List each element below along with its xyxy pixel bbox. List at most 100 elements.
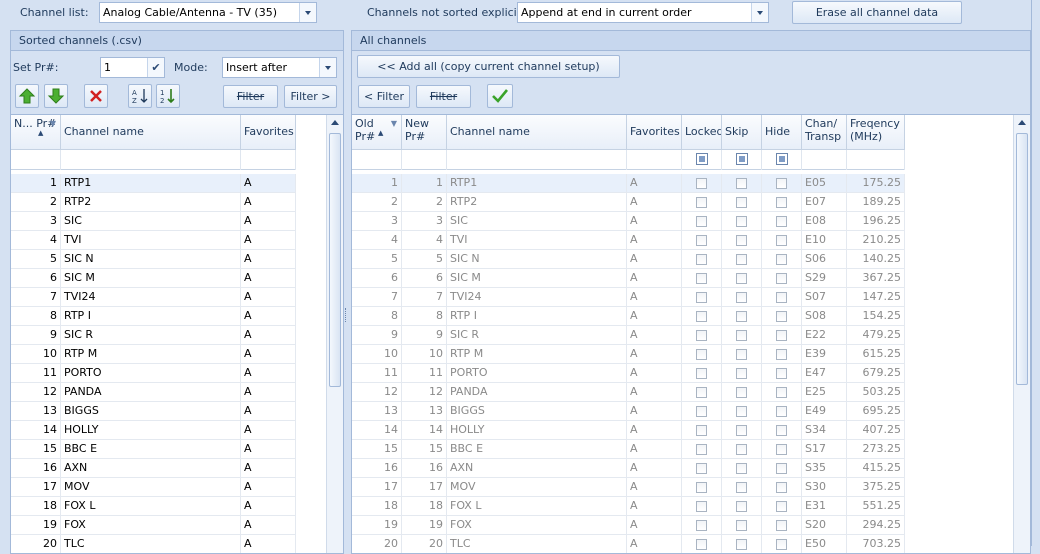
skip-checkbox[interactable] <box>736 539 747 550</box>
col-header-new-pr[interactable]: New Pr# <box>402 115 447 150</box>
table-row[interactable]: 7 7 TVI24 A S07 147.25 <box>352 288 905 307</box>
skip-filter-checkbox[interactable] <box>736 153 748 165</box>
locked-checkbox[interactable] <box>696 463 707 474</box>
col-header-hide[interactable]: Hide <box>762 115 802 150</box>
locked-filter-checkbox[interactable] <box>696 153 708 165</box>
col-header-channel-name[interactable]: Channel name <box>61 115 241 150</box>
table-row[interactable]: 4 TVI A <box>11 231 296 250</box>
hide-checkbox[interactable] <box>776 387 787 398</box>
hide-checkbox[interactable] <box>776 482 787 493</box>
erase-all-button[interactable]: Erase all channel data <box>792 1 962 24</box>
col-header-locked[interactable]: Locked <box>682 115 722 150</box>
locked-checkbox[interactable] <box>696 292 707 303</box>
channel-list-select[interactable]: Analog Cable/Antenna - TV (35) <box>99 2 317 23</box>
filter-cell[interactable] <box>402 150 447 170</box>
hide-checkbox[interactable] <box>776 197 787 208</box>
col-header-old-pr[interactable]: Old Pr# ▼ ▲ <box>352 115 402 150</box>
locked-checkbox[interactable] <box>696 330 707 341</box>
table-row[interactable]: 5 5 SIC N A S06 140.25 <box>352 250 905 269</box>
table-row[interactable]: 6 SIC MA <box>11 269 296 288</box>
table-row[interactable]: 14 14 HOLLY A S34 407.25 <box>352 421 905 440</box>
filter-cell[interactable] <box>802 150 847 170</box>
table-row[interactable]: 10 10 RTP M A E39 615.25 <box>352 345 905 364</box>
filter-cell[interactable] <box>847 150 905 170</box>
locked-checkbox[interactable] <box>696 273 707 284</box>
table-row[interactable]: 9 9 SIC R A E22 479.25 <box>352 326 905 345</box>
table-row[interactable]: 2 RTP2 A <box>11 193 296 212</box>
col-header-skip[interactable]: Skip <box>722 115 762 150</box>
table-row[interactable]: 1 RTP1 A <box>11 174 296 193</box>
hide-checkbox[interactable] <box>776 235 787 246</box>
table-row[interactable]: 12 12 PANDA A E25 503.25 <box>352 383 905 402</box>
table-row[interactable]: 3 3 SIC A E08 196.25 <box>352 212 905 231</box>
table-row[interactable]: 1 1 RTP1 A E05 175.25 <box>352 174 905 193</box>
check-icon[interactable]: ✔ <box>147 58 164 77</box>
hide-checkbox[interactable] <box>776 349 787 360</box>
col-header-channel-name[interactable]: Channel name <box>447 115 627 150</box>
table-row[interactable]: 2 2 RTP2 A E07 189.25 <box>352 193 905 212</box>
splitter-handle[interactable] <box>345 308 348 322</box>
left-filter-row[interactable] <box>11 150 296 170</box>
right-filter-button[interactable]: Filter <box>416 85 471 108</box>
right-filter-row[interactable] <box>352 150 905 170</box>
hide-checkbox[interactable] <box>776 520 787 531</box>
skip-checkbox[interactable] <box>736 387 747 398</box>
locked-checkbox[interactable] <box>696 216 707 227</box>
table-row[interactable]: 13 13 BIGGS A E49 695.25 <box>352 402 905 421</box>
hide-filter-checkbox[interactable] <box>776 153 788 165</box>
not-sorted-select[interactable]: Append at end in current order <box>517 2 769 23</box>
table-row[interactable]: 8 8 RTP I A S08 154.25 <box>352 307 905 326</box>
locked-checkbox[interactable] <box>696 425 707 436</box>
table-row[interactable]: 11 PORTO A <box>11 364 296 383</box>
table-row[interactable]: 16 AXN A <box>11 459 296 478</box>
chevron-down-icon[interactable] <box>319 58 336 77</box>
hide-checkbox[interactable] <box>776 444 787 455</box>
hide-checkbox[interactable] <box>776 406 787 417</box>
table-row[interactable]: 20 TLC A <box>11 535 296 553</box>
table-row[interactable]: 9 SIC RA <box>11 326 296 345</box>
locked-checkbox[interactable] <box>696 539 707 550</box>
apply-button[interactable] <box>487 84 513 108</box>
sort-az-button[interactable]: A Z <box>128 84 152 108</box>
filter-prev-button[interactable]: < Filter <box>358 85 410 108</box>
remove-button[interactable] <box>84 84 108 108</box>
hide-checkbox[interactable] <box>776 539 787 550</box>
skip-checkbox[interactable] <box>736 520 747 531</box>
filter-cell[interactable] <box>447 150 627 170</box>
chevron-down-icon[interactable] <box>751 3 768 22</box>
chevron-down-icon[interactable] <box>299 3 316 22</box>
filter-next-button[interactable]: Filter > <box>284 85 337 108</box>
col-header-favorites[interactable]: Favorites <box>627 115 682 150</box>
skip-checkbox[interactable] <box>736 330 747 341</box>
skip-checkbox[interactable] <box>736 444 747 455</box>
table-row[interactable]: 13 BIGGS A <box>11 402 296 421</box>
locked-checkbox[interactable] <box>696 368 707 379</box>
skip-checkbox[interactable] <box>736 292 747 303</box>
table-row[interactable]: 16 16 AXN A S35 415.25 <box>352 459 905 478</box>
locked-checkbox[interactable] <box>696 254 707 265</box>
filter-cell[interactable] <box>61 150 241 170</box>
scroll-up-icon[interactable] <box>1018 120 1026 125</box>
renumber-button[interactable]: 1 2 <box>156 84 180 108</box>
filter-cell[interactable] <box>682 150 722 170</box>
hide-checkbox[interactable] <box>776 425 787 436</box>
left-filter-button[interactable]: Filter <box>223 85 278 108</box>
hide-checkbox[interactable] <box>776 254 787 265</box>
filter-icon[interactable]: ▼ <box>50 117 56 130</box>
table-row[interactable]: 19 19 FOX A S20 294.25 <box>352 516 905 535</box>
hide-checkbox[interactable] <box>776 368 787 379</box>
skip-checkbox[interactable] <box>736 197 747 208</box>
table-row[interactable]: 18 FOX LA <box>11 497 296 516</box>
locked-checkbox[interactable] <box>696 349 707 360</box>
skip-checkbox[interactable] <box>736 349 747 360</box>
locked-checkbox[interactable] <box>696 520 707 531</box>
table-row[interactable]: 11 11 PORTO A E47 679.25 <box>352 364 905 383</box>
table-row[interactable]: 8 RTP IA <box>11 307 296 326</box>
table-row[interactable]: 12 PANDA A <box>11 383 296 402</box>
table-row[interactable]: 7 TVI24 A <box>11 288 296 307</box>
hide-checkbox[interactable] <box>776 216 787 227</box>
skip-checkbox[interactable] <box>736 368 747 379</box>
table-row[interactable]: 6 6 SIC M A S29 367.25 <box>352 269 905 288</box>
skip-checkbox[interactable] <box>736 216 747 227</box>
filter-cell[interactable] <box>627 150 682 170</box>
